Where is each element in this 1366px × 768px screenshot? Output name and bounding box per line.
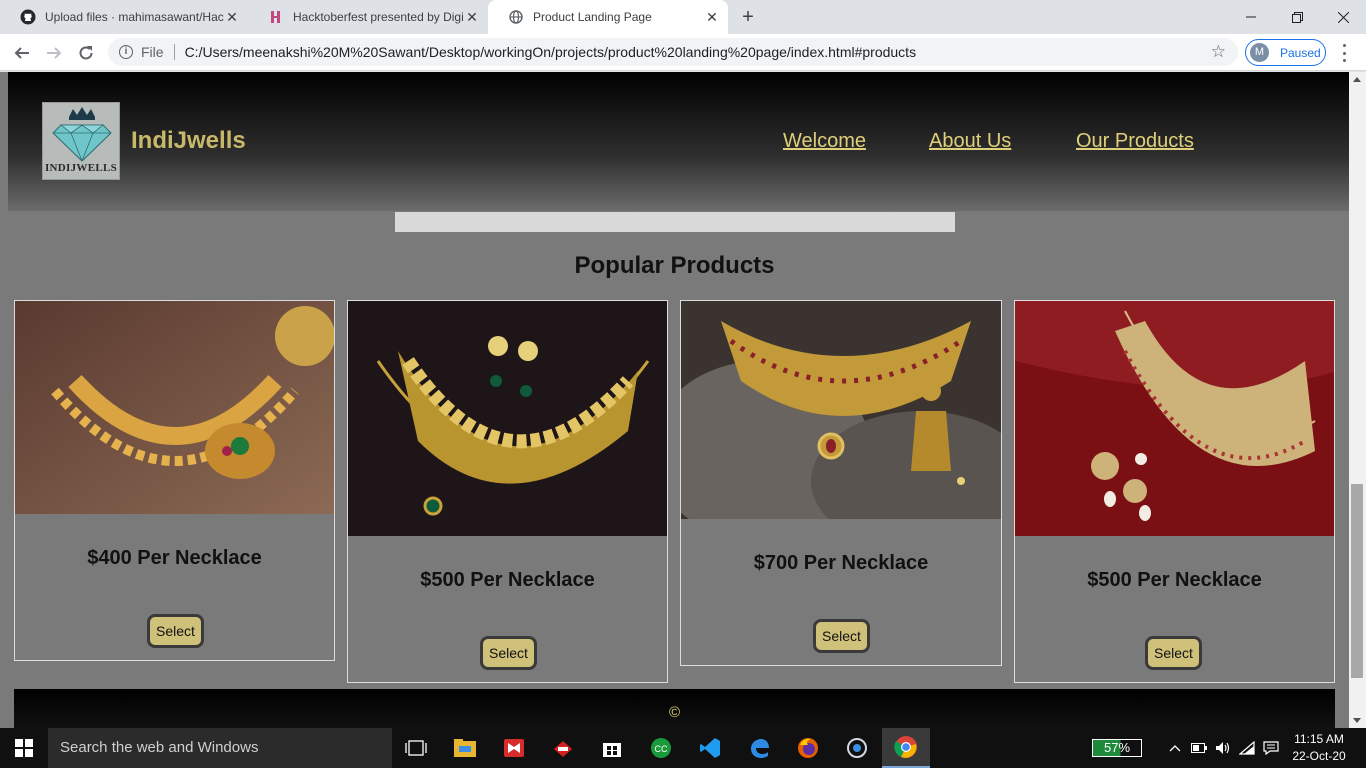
copyright-symbol: © [668,704,681,721]
necklace-image[interactable] [681,301,1001,519]
browser-tab-strip: Upload files · mahimasawant/Hac ✕ Hackto… [0,0,1366,34]
select-button[interactable]: Select [813,619,870,653]
windows-taskbar: Search the web and Windows CC 57% 11:15 … [0,728,1366,768]
select-button[interactable]: Select [1145,636,1202,670]
reload-icon[interactable] [72,39,100,67]
chevron-up-icon[interactable] [1164,728,1186,768]
taskbar-search-box[interactable]: Search the web and Windows [48,728,392,768]
nav-link-welcome[interactable]: Welcome [783,130,866,153]
new-tab-button[interactable]: + [737,6,759,28]
volume-icon[interactable] [1212,728,1234,768]
section-title: Popular Products [574,252,775,279]
globe-icon [508,9,524,25]
product-price: $500 Per Necklace [1087,569,1262,591]
profile-status: Paused [1280,45,1321,60]
taskbar-clock[interactable]: 11:15 AM 22-Oct-20 [1283,731,1355,765]
necklace-image[interactable] [348,301,667,536]
site-logo[interactable]: INDIJWELLS [42,102,120,180]
page-viewport: INDIJWELLS IndiJwells Welcome About Us O… [0,72,1366,728]
back-arrow-icon[interactable] [8,39,36,67]
product-price: $700 Per Necklace [753,552,929,574]
battery-indicator[interactable]: 57% [1092,739,1142,757]
select-button[interactable]: Select [480,636,537,670]
file-scheme-label: File [141,44,164,60]
edge-icon[interactable] [735,728,783,768]
info-icon[interactable]: i [119,45,133,59]
product-card: $500 Per Necklace Select [1014,300,1335,683]
chrome-icon[interactable] [882,728,930,768]
browser-toolbar: i File C:/Users/meenakshi%20M%20Sawant/D… [0,34,1366,71]
avatar: M [1250,43,1269,62]
scroll-down-arrow-icon[interactable] [1353,718,1361,723]
toolbox-app-icon[interactable] [539,728,587,768]
menu-kebab-icon[interactable] [1336,44,1352,62]
close-tab-icon[interactable]: ✕ [704,9,720,25]
profile-button[interactable]: M Paused [1245,39,1326,66]
product-card: $400 Per Necklace Select [14,300,335,661]
select-button[interactable]: Select [147,614,204,648]
close-tab-icon[interactable]: ✕ [464,9,480,25]
product-card: $500 Per Necklace Select [347,300,668,683]
minimize-icon[interactable] [1228,0,1274,34]
tab-upload-files[interactable]: Upload files · mahimasawant/Hac ✕ [0,0,248,34]
close-window-icon[interactable] [1320,0,1366,34]
necklace-image[interactable] [1015,301,1334,536]
page-scrollbar[interactable] [1349,72,1366,728]
wifi-icon[interactable] [1236,728,1258,768]
ccleaner-icon[interactable]: CC [637,728,685,768]
clock-time: 11:15 AM [1294,732,1344,746]
vscode-icon[interactable] [686,728,734,768]
restore-icon[interactable] [1274,0,1320,34]
tab-hacktoberfest[interactable]: Hacktoberfest presented by Digit ✕ [248,0,488,34]
logo-wordmark: INDIJWELLS [44,162,118,174]
github-icon [20,9,36,25]
tab-title: Product Landing Page [533,10,652,24]
video-frame-bottom [395,212,955,232]
svg-text:CC: CC [655,744,668,754]
clock-date: 22-Oct-20 [1292,749,1346,763]
reader-app-icon[interactable] [490,728,538,768]
file-explorer-icon[interactable] [441,728,489,768]
nav-link-about-us[interactable]: About Us [929,130,1011,153]
cortana-icon[interactable] [833,728,881,768]
bookmark-star-icon[interactable]: ☆ [1211,42,1226,62]
product-price: $500 Per Necklace [420,569,595,591]
firefox-icon[interactable] [784,728,832,768]
windows-start-icon[interactable] [0,728,48,768]
store-icon[interactable] [588,728,636,768]
tab-product-landing-page[interactable]: Product Landing Page ✕ [488,0,728,34]
task-view-icon[interactable] [392,728,440,768]
url-text[interactable]: C:/Users/meenakshi%20M%20Sawant/Desktop/… [185,44,917,60]
notifications-icon[interactable] [1260,728,1282,768]
tab-title: Hacktoberfest presented by Digit [293,10,463,24]
site-brand-name[interactable]: IndiJwells [131,127,246,155]
address-bar[interactable]: i File C:/Users/meenakshi%20M%20Sawant/D… [108,38,1238,66]
product-price: $400 Per Necklace [87,547,262,569]
forward-arrow-icon[interactable] [40,39,68,67]
scroll-up-arrow-icon[interactable] [1353,77,1361,82]
necklace-image[interactable] [15,301,334,514]
product-card: $700 Per Necklace Select [680,300,1002,666]
tab-title: Upload files · mahimasawant/Hac [45,10,224,24]
site-header: INDIJWELLS IndiJwells Welcome About Us O… [8,72,1350,211]
battery-icon[interactable] [1188,728,1210,768]
close-tab-icon[interactable]: ✕ [224,9,240,25]
scrollbar-thumb[interactable] [1351,484,1363,678]
site-footer: © [14,689,1335,728]
hacktoberfest-icon [268,9,284,25]
nav-link-our-products[interactable]: Our Products [1076,130,1194,153]
divider [173,44,175,60]
